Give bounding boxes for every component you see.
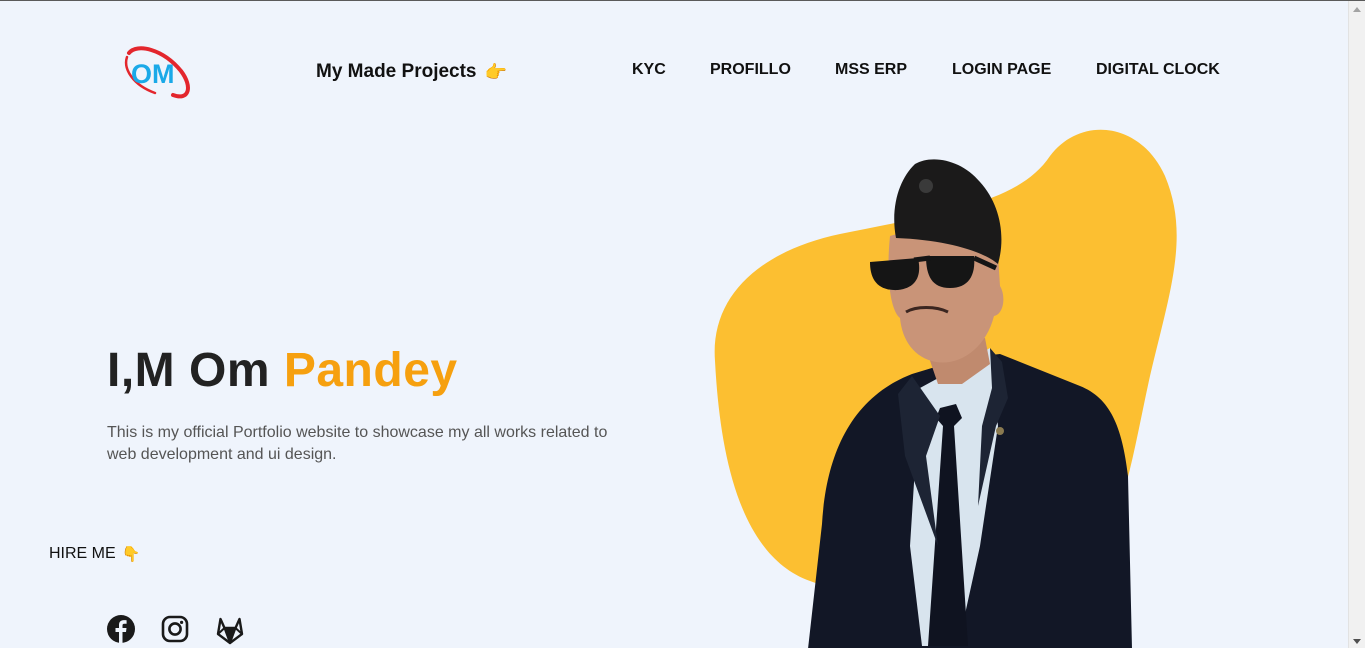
nav-item-login-page[interactable]: LOGIN PAGE (952, 61, 1051, 79)
hero-title: I,M Om Pandey (107, 343, 458, 398)
om-logo[interactable]: OM (123, 43, 191, 101)
pointing-down-icon: 👇 (121, 546, 141, 563)
hire-me-button[interactable]: HIRE ME 👇 (49, 545, 140, 563)
page-scrollbar[interactable] (1348, 1, 1365, 648)
nav-item-kyc[interactable]: KYC (632, 61, 666, 79)
pointing-right-icon: 👉 (484, 61, 507, 82)
hero-title-accent: Pandey (283, 344, 458, 397)
portfolio-page: OM My Made Projects 👉 KYC PROFILLO MSS E… (0, 0, 1365, 648)
scroll-up-arrow-icon[interactable] (1353, 7, 1361, 12)
scroll-down-arrow-icon[interactable] (1353, 639, 1361, 644)
nav-item-mss-erp[interactable]: MSS ERP (835, 61, 907, 79)
nav-item-digital-clock[interactable]: DIGITAL CLOCK (1096, 61, 1220, 79)
facebook-icon[interactable] (107, 615, 139, 647)
hero-illustration (714, 129, 1177, 648)
instagram-icon[interactable] (161, 615, 193, 647)
social-links (107, 615, 247, 647)
hero-title-prefix: I,M Om (107, 344, 284, 397)
hero-description: This is my official Portfolio website to… (107, 424, 608, 463)
gitlab-icon[interactable] (215, 615, 247, 647)
projects-label: My Made Projects (316, 61, 477, 82)
hire-me-label: HIRE ME (49, 545, 116, 562)
my-projects-link[interactable]: My Made Projects 👉 (316, 61, 507, 83)
logo-text: OM (131, 59, 175, 89)
nav-item-profillo[interactable]: PROFILLO (710, 61, 791, 79)
